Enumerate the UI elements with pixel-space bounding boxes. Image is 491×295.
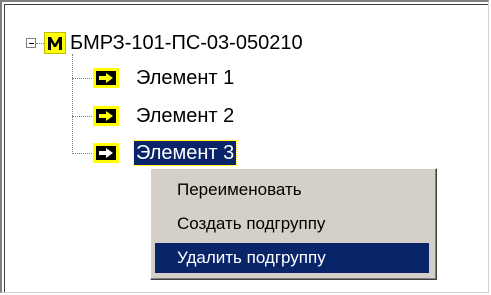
collapse-toggle[interactable]: [26, 38, 36, 48]
tree-connector: [72, 153, 92, 154]
tree-node-element-1[interactable]: Элемент 1: [136, 66, 234, 90]
tree-connector: [36, 43, 44, 44]
menu-item-create-subgroup[interactable]: Создать подгруппу: [155, 209, 429, 239]
menu-item-delete-subgroup[interactable]: Удалить подгруппу: [155, 243, 429, 273]
tree-connector: [72, 54, 73, 154]
arrow-right-icon: [93, 143, 119, 163]
arrow-right-icon: [93, 106, 119, 126]
arrow-right-icon: [93, 68, 119, 88]
tree-connector: [72, 116, 92, 117]
module-m-icon: [44, 32, 66, 54]
tree-connector: [72, 78, 92, 79]
tree-node-element-3-selected[interactable]: Элемент 3: [132, 140, 238, 166]
menu-item-rename[interactable]: Переименовать: [155, 175, 429, 205]
tree-node-element-2[interactable]: Элемент 2: [136, 104, 234, 128]
tree-node-root-label[interactable]: БМРЗ-101-ПС-03-050210: [70, 31, 303, 55]
context-menu: Переименовать Создать подгруппу Удалить …: [150, 168, 437, 280]
